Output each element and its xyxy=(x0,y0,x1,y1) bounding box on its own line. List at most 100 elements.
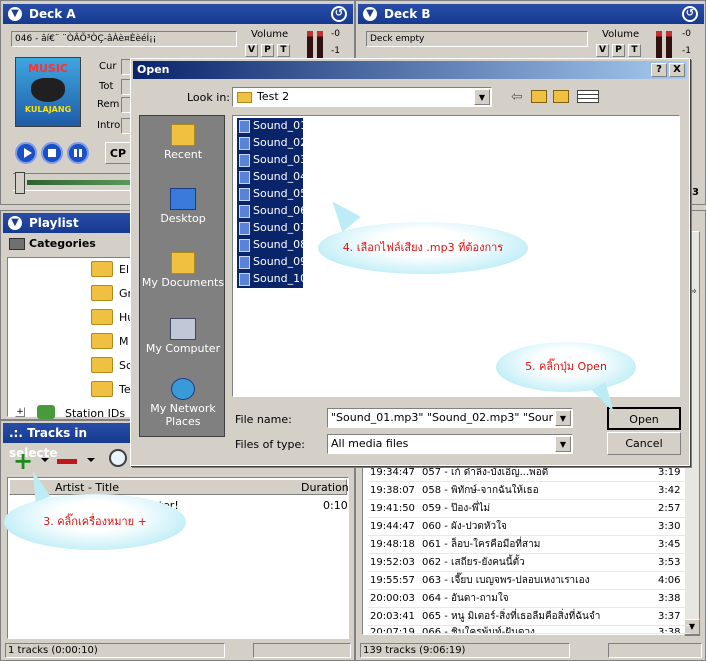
queue-status-extra xyxy=(608,643,702,658)
view-menu-icon[interactable] xyxy=(577,90,599,103)
place-recent[interactable]: Recent xyxy=(140,124,226,161)
file-item[interactable]: Sound_09 xyxy=(237,254,307,271)
deck-b-side-digit: 3 xyxy=(692,187,699,198)
remove-dropdown-icon[interactable] xyxy=(87,458,95,462)
deck-b-volume-label: Volume xyxy=(602,29,640,40)
file-item[interactable]: Sound_02 xyxy=(237,135,307,152)
categories-label: Categories xyxy=(29,237,96,250)
help-button[interactable]: ? xyxy=(651,63,667,77)
file-item[interactable]: Sound_06 xyxy=(237,203,307,220)
collapse-icon[interactable]: ▼ xyxy=(363,7,377,21)
expand-icon[interactable]: + xyxy=(15,407,25,417)
folder-icon[interactable] xyxy=(91,333,113,349)
deck-a-v-button[interactable]: V xyxy=(245,44,258,57)
file-type-value: All media files xyxy=(331,437,409,450)
up-folder-icon[interactable] xyxy=(531,90,547,103)
folder-icon[interactable] xyxy=(91,285,113,301)
power-icon[interactable]: ↺ xyxy=(682,6,698,22)
deck-a-position-slider[interactable] xyxy=(13,172,133,194)
deck-a-volume-label: Volume xyxy=(251,29,289,40)
pause-icon xyxy=(74,149,82,157)
col-duration[interactable]: Duration xyxy=(301,481,349,494)
track-row-duration: 0:10 xyxy=(323,499,348,512)
deck-a-track-field: 046 - âí€¨ ¨ÒÂÕ³ÒÇ-âÀè¤ÈèéÍ¡¡ xyxy=(11,31,237,47)
queue-row[interactable]: 19:34:47 057 - เก้ ดำลิง-บังเอิญ...พอดี 3:… xyxy=(368,464,690,482)
queue-side-icon[interactable]: ⇨ xyxy=(689,287,697,297)
file-item[interactable]: Sound_04 xyxy=(237,169,307,186)
queue-row[interactable]: 19:55:57 063 - เจี๊ยบ เบญจพร-ปลอบเหงาเราเ… xyxy=(368,572,690,590)
deck-a-t-button[interactable]: T xyxy=(277,44,290,57)
file-item[interactable]: Sound_05 xyxy=(237,186,307,203)
station-ids-icon xyxy=(37,405,55,419)
queue-row[interactable]: 19:52:03 062 - เสถียร-ยังคนนี้ตั้ว 3:53 xyxy=(368,554,690,572)
deck-a-cp-button[interactable]: CP xyxy=(105,142,131,164)
queue-row[interactable]: 20:07:19 066 - ชินใครพ้นท์-ฝันดวง 3:38 xyxy=(368,626,690,634)
file-type-combo[interactable]: All media files ▼ xyxy=(327,434,573,454)
deck-a-pause-button[interactable] xyxy=(67,142,89,164)
station-ids-label[interactable]: Station IDs xyxy=(65,407,125,420)
file-item[interactable]: Sound_08 xyxy=(237,237,307,254)
search-icon[interactable] xyxy=(109,449,127,467)
folder-icon[interactable] xyxy=(91,309,113,325)
queue-row[interactable]: 20:00:03 064 - อันดา-ถามใจ 3:38 xyxy=(368,590,690,608)
deck-a-play-button[interactable] xyxy=(15,142,37,164)
deck-a-stop-button[interactable] xyxy=(41,142,63,164)
queue-row[interactable]: 19:44:47 060 - ผัง-ปวดหัวใจ 3:30 xyxy=(368,518,690,536)
place-my-computer[interactable]: My Computer xyxy=(140,318,226,355)
chevron-down-icon[interactable]: ▼ xyxy=(474,89,490,105)
deck-b-v-button[interactable]: V xyxy=(596,44,609,57)
file-item[interactable]: Sound_10 xyxy=(237,271,307,288)
queue-row[interactable]: 19:38:07 058 - พิทักษ์-จากฉันให้เธอ 3:42 xyxy=(368,482,690,500)
folder-item[interactable]: El xyxy=(119,263,129,276)
look-in-combo[interactable]: Test 2 ▼ xyxy=(232,87,492,107)
deck-a-cur-label: Cur xyxy=(99,61,117,72)
folder-icon[interactable] xyxy=(91,261,113,277)
col-artist-title[interactable]: Artist - Title xyxy=(55,481,119,494)
open-button[interactable]: Open xyxy=(607,407,681,430)
dialog-title-bar[interactable]: Open ? X xyxy=(133,61,687,79)
file-name-value[interactable]: "Sound_01.mp3" "Sound_02.mp3" "Sound_03 xyxy=(331,411,553,424)
deck-a-p-button[interactable]: P xyxy=(261,44,274,57)
chevron-down-icon[interactable]: ▼ xyxy=(555,436,571,452)
queue-row[interactable]: 19:48:18 061 - ล็อบ-ใครคือมือที่สาม 3:45 xyxy=(368,536,690,554)
callout-step-5: 5. คลิ๊กปุ่ม Open xyxy=(496,342,636,392)
deck-b-p-button[interactable]: P xyxy=(612,44,625,57)
collapse-icon[interactable]: ▼ xyxy=(8,216,22,230)
my-network-icon xyxy=(171,378,195,400)
back-icon[interactable]: ⇦ xyxy=(511,89,523,105)
audio-file-icon xyxy=(239,137,250,150)
slider-handle[interactable] xyxy=(15,172,25,194)
collapse-icon[interactable]: ▼ xyxy=(8,7,22,21)
queue-status: 139 tracks (9:06:19) xyxy=(360,643,570,658)
deck-a-logo: MUSIC KULAJANG xyxy=(15,57,81,127)
place-desktop[interactable]: Desktop xyxy=(140,188,226,225)
folder-icon[interactable] xyxy=(91,357,113,373)
folder-item[interactable]: Te xyxy=(119,383,131,396)
file-item[interactable]: Sound_07 xyxy=(237,220,307,237)
callout-step-3: 3. คลิ๊กเครื่องหมาย + xyxy=(4,494,186,550)
cancel-button[interactable]: Cancel xyxy=(607,432,681,455)
new-folder-icon[interactable] xyxy=(553,90,569,103)
folder-icon[interactable] xyxy=(91,381,113,397)
add-track-button[interactable]: + xyxy=(13,449,35,473)
file-item[interactable]: Sound_01 xyxy=(237,118,307,135)
audio-file-icon xyxy=(239,171,250,184)
place-my-documents[interactable]: My Documents xyxy=(140,252,226,289)
place-my-network[interactable]: My Network Places xyxy=(140,378,226,428)
close-button[interactable]: X xyxy=(669,63,685,77)
power-icon[interactable]: ↺ xyxy=(331,6,347,22)
file-name-combo[interactable]: "Sound_01.mp3" "Sound_02.mp3" "Sound_03 … xyxy=(327,408,573,428)
callout-step-4: 4. เลือกไฟล์เสียง .mp3 ที่ต้องการ xyxy=(318,222,528,274)
deck-b-t-button[interactable]: T xyxy=(628,44,641,57)
queue-row[interactable]: 19:41:50 059 - ป๊อง-พี่ไม่ 2:57 xyxy=(368,500,690,518)
file-item[interactable]: Sound_03 xyxy=(237,152,307,169)
folder-item[interactable]: M xyxy=(119,335,129,348)
audio-file-icon xyxy=(239,239,250,252)
audio-file-icon xyxy=(239,222,250,235)
remove-track-button[interactable] xyxy=(57,459,77,464)
add-dropdown-icon[interactable] xyxy=(41,458,49,462)
deck-a-vu-label-0: -0 xyxy=(331,29,340,39)
desktop-icon xyxy=(170,188,196,210)
chevron-down-icon[interactable]: ▼ xyxy=(555,410,571,426)
queue-row[interactable]: 20:03:41 065 - หนู มิเตอร์-สิ่งที่เธอลืมค… xyxy=(368,608,690,626)
